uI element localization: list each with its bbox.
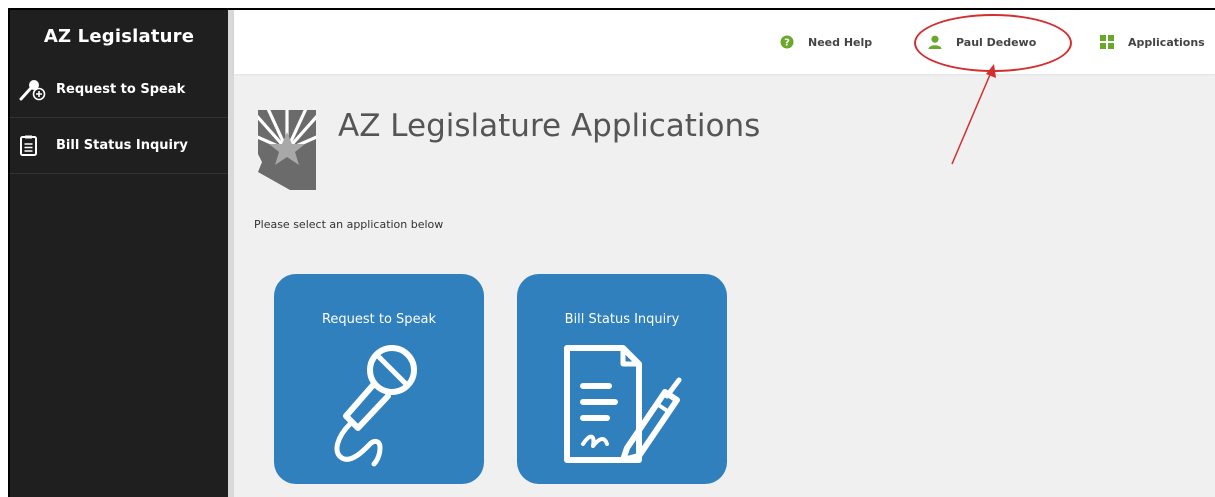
sidebar: AZ Legislature Request to Speak Bill Sta… xyxy=(10,10,228,497)
main-content: ? Need Help Paul Dedewo Applications AZ … xyxy=(234,10,1215,497)
document-pen-icon xyxy=(564,345,682,463)
sidebar-item-request-to-speak[interactable]: Request to Speak xyxy=(10,62,228,118)
tile-label: Bill Status Inquiry xyxy=(564,312,680,327)
help-icon: ? xyxy=(780,35,794,49)
arizona-logo-icon xyxy=(258,110,316,190)
grid-icon xyxy=(1100,35,1114,49)
annotation-arrow xyxy=(951,64,996,165)
sidebar-item-bill-status-inquiry[interactable]: Bill Status Inquiry xyxy=(10,118,228,174)
microphone-plus-icon xyxy=(18,79,56,101)
document-list-icon xyxy=(18,135,56,157)
page-subtitle: Please select an application below xyxy=(254,218,444,231)
applications-menu[interactable]: Applications xyxy=(1100,10,1205,74)
app-window: AZ Legislature Request to Speak Bill Sta… xyxy=(8,8,1215,497)
request-to-speak-tile[interactable]: Request to Speak xyxy=(274,274,484,484)
sidebar-item-label: Bill Status Inquiry xyxy=(56,138,188,153)
need-help-link[interactable]: ? Need Help xyxy=(780,10,872,74)
need-help-label: Need Help xyxy=(808,35,873,49)
tile-label: Request to Speak xyxy=(321,312,437,327)
applications-label: Applications xyxy=(1128,35,1205,49)
svg-text:?: ? xyxy=(784,38,790,49)
sidebar-title: AZ Legislature xyxy=(43,25,195,47)
sidebar-item-label: Request to Speak xyxy=(56,82,186,97)
page-title: AZ Legislature Applications xyxy=(338,108,761,144)
microphone-icon xyxy=(334,345,417,467)
bill-status-inquiry-tile[interactable]: Bill Status Inquiry xyxy=(517,274,727,484)
